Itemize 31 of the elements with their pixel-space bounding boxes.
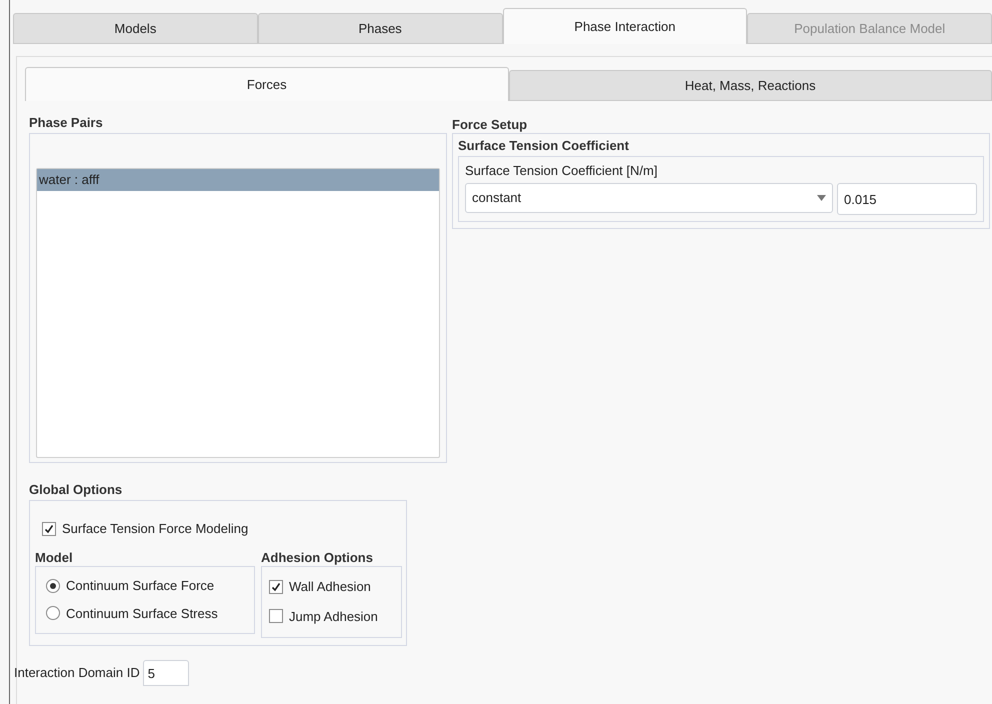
radio-button[interactable] bbox=[46, 606, 60, 620]
checkbox-label: Wall Adhesion bbox=[289, 578, 371, 596]
checkbox-label: Jump Adhesion bbox=[289, 608, 378, 626]
section-title: Phase Pairs bbox=[29, 114, 104, 132]
checkbox[interactable] bbox=[269, 580, 283, 594]
caret-icon bbox=[817, 195, 826, 201]
tab[interactable]: Forces bbox=[25, 67, 508, 101]
checkbox-label: Surface Tension Force Modeling bbox=[62, 520, 248, 538]
field-label: Surface Tension Coefficient [N/m] bbox=[465, 162, 658, 180]
check-icon bbox=[271, 582, 281, 592]
section-title: Surface Tension Coefficient bbox=[458, 137, 630, 155]
phase-pairs-list[interactable]: water : afff bbox=[36, 168, 440, 458]
checkbox[interactable] bbox=[269, 609, 283, 624]
checkbox[interactable] bbox=[42, 522, 56, 536]
radio-button[interactable] bbox=[46, 578, 60, 593]
tab[interactable]: Phases bbox=[258, 13, 502, 44]
section-title: Model bbox=[35, 548, 74, 566]
section-title: Force Setup bbox=[452, 116, 528, 133]
section-title: Adhesion Options bbox=[261, 548, 374, 566]
tab[interactable]: Models bbox=[13, 13, 258, 44]
list-item[interactable]: water : afff bbox=[37, 169, 439, 191]
field-label: Interaction Domain ID bbox=[14, 664, 140, 682]
radio-label: Continuum Surface Force bbox=[66, 577, 214, 595]
tab[interactable]: Heat, Mass, Reactions bbox=[508, 70, 992, 101]
section-title: Global Options bbox=[29, 481, 124, 499]
method-dropdown[interactable]: constant bbox=[465, 183, 833, 213]
radio-label: Continuum Surface Stress bbox=[66, 604, 218, 622]
tab[interactable]: Phase Interaction bbox=[502, 8, 748, 44]
value-field[interactable]: 0.015 bbox=[837, 183, 977, 215]
check-icon bbox=[44, 524, 54, 534]
domain-id-field[interactable]: 5 bbox=[142, 660, 189, 686]
